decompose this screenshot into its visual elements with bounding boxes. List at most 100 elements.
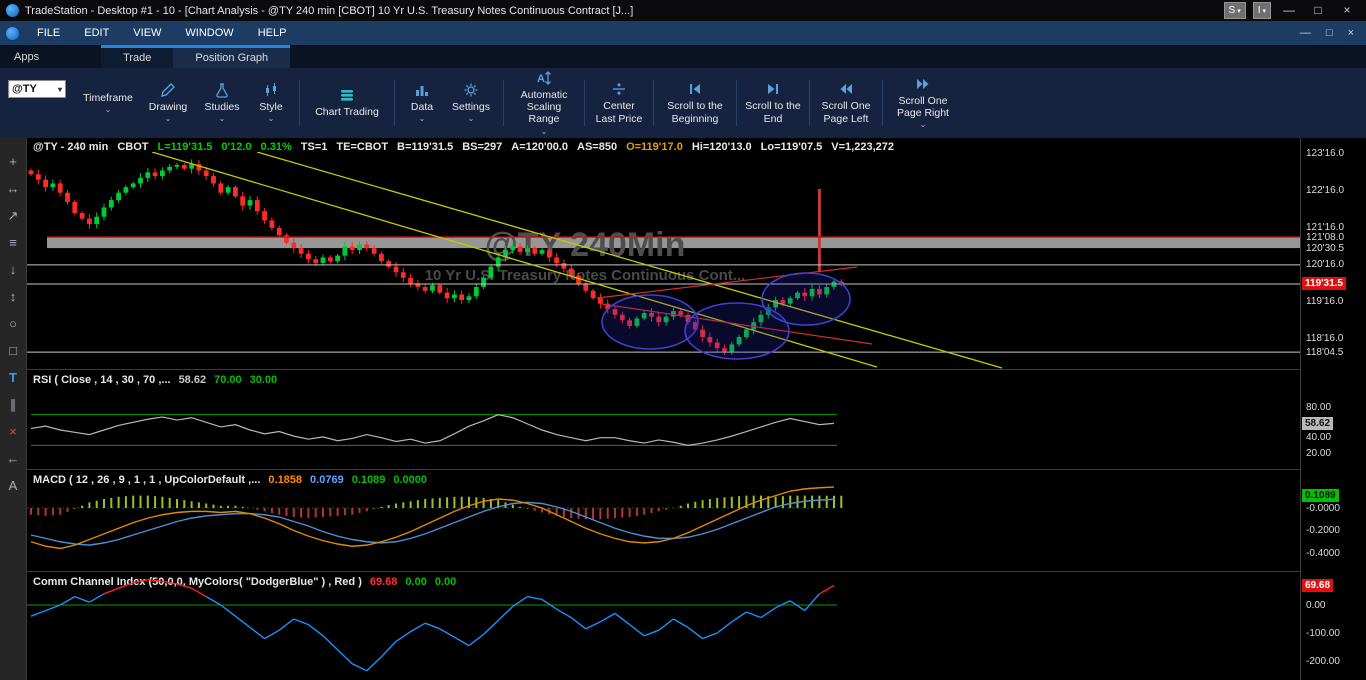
toolbar-label: Timeframe	[83, 92, 133, 104]
price-axis-label: 118'04.5	[1306, 346, 1343, 359]
cci-chart[interactable]	[27, 572, 1300, 680]
chevron-down-icon: ⌄	[165, 114, 172, 123]
chart-workspace: +↔↗≡↓↕○□T∥×←A @TY - 240 minCBOTL=119'31.…	[0, 138, 1366, 680]
i-menu-button[interactable]: I▾	[1253, 2, 1271, 19]
tab-trade[interactable]: Trade	[101, 48, 173, 68]
menu-view[interactable]: VIEW	[121, 21, 173, 45]
macd-value-badge: 0.1089	[1302, 489, 1339, 502]
candlestick-icon	[263, 82, 279, 98]
svg-text:10 Yr U.S. Treasury Notes Cont: 10 Yr U.S. Treasury Notes Continuous Con…	[425, 267, 746, 284]
menu-file[interactable]: FILE	[25, 21, 72, 45]
tool-parallel-lines[interactable]: ∥	[0, 391, 26, 418]
macd-chart[interactable]	[27, 470, 1300, 570]
toolbar-button-center-last-price[interactable]: Center Last Price	[590, 68, 648, 138]
tab-position-graph[interactable]: Position Graph	[173, 48, 290, 68]
menu-window[interactable]: WINDOW	[173, 21, 245, 45]
toolbar-separator	[503, 80, 504, 126]
toolbar-label: Data	[411, 101, 433, 113]
price-axis-label: 120'30.5	[1306, 242, 1344, 255]
toolbar-button-studies[interactable]: Studies ⌄	[196, 68, 248, 138]
minimize-button[interactable]: —	[1278, 0, 1300, 21]
cci-axis-label: 0.00	[1306, 599, 1325, 612]
toolbar-label: Scroll to the Beginning	[661, 100, 729, 124]
toolbar-label: Settings	[452, 101, 490, 113]
toolbar-separator	[584, 80, 585, 126]
toolbar-label: Scroll One Page Right	[890, 95, 956, 119]
symbol-value: @TY	[12, 83, 37, 95]
price-axis[interactable]: 123'16.0122'16.0121'16.0121'08.0120'30.5…	[1300, 138, 1366, 680]
tool-delete-drawing[interactable]: ×	[0, 418, 26, 445]
toolbar-button-style[interactable]: Style ⌄	[248, 68, 294, 138]
tool-rectangle[interactable]: □	[0, 337, 26, 364]
auto-scale-icon: A	[536, 70, 552, 86]
toolbar-label: Studies	[204, 101, 239, 113]
child-restore-button[interactable]: □	[1326, 27, 1333, 39]
toolbar-button-timeframe[interactable]: Timeframe ⌄	[76, 68, 140, 138]
bar-chart-icon	[414, 82, 430, 98]
menu-bar: FILE EDIT VIEW WINDOW HELP — □ ×	[0, 21, 1366, 45]
symbol-input[interactable]: @TY ▾	[8, 80, 66, 98]
center-price-icon	[611, 81, 627, 97]
tool-text[interactable]: T	[0, 364, 26, 391]
svg-text:@TY 240Min: @TY 240Min	[485, 226, 686, 264]
toolbar-label: Style	[259, 101, 282, 113]
tradestation-logo	[6, 4, 19, 17]
title-bar: TradeStation - Desktop #1 - 10 - [Chart …	[0, 0, 1366, 21]
tool-crosshair[interactable]: +	[0, 148, 26, 175]
chevron-down-icon: ▾	[1262, 7, 1266, 15]
chevron-down-icon: ▾	[58, 85, 62, 94]
toolbar-button-scroll-to-the-end[interactable]: Scroll to the End	[742, 68, 804, 138]
child-close-button[interactable]: ×	[1348, 27, 1354, 39]
macd-axis-label: -0.4000	[1306, 547, 1340, 560]
cci-value-badge: 69.68	[1302, 579, 1333, 592]
window-title: TradeStation - Desktop #1 - 10 - [Chart …	[25, 5, 633, 17]
svg-text:A: A	[537, 73, 545, 85]
toolbar-button-scroll-to-the-beginning[interactable]: Scroll to the Beginning	[659, 68, 731, 138]
drawing-toolbar: +↔↗≡↓↕○□T∥×←A	[0, 138, 27, 680]
rsi-chart[interactable]	[27, 370, 1300, 468]
s-menu-label: S	[1229, 5, 1236, 16]
toolbar-button-scroll-one-page-left[interactable]: Scroll One Page Left	[815, 68, 877, 138]
tool-menu-lines[interactable]: ≡	[0, 229, 26, 256]
child-minimize-button[interactable]: —	[1300, 27, 1311, 39]
macd-axis-label: -0.2000	[1306, 524, 1340, 537]
toolbar-button-settings[interactable]: Settings ⌄	[444, 68, 498, 138]
toolbar-separator	[882, 80, 883, 126]
chevron-down-icon: ⌄	[419, 114, 426, 123]
menu-help[interactable]: HELP	[246, 21, 299, 45]
toolbar-button-automatic-scaling-range[interactable]: A Automatic Scaling Range ⌄	[509, 68, 579, 138]
chevron-down-icon: ⌄	[468, 114, 475, 123]
restore-button[interactable]: □	[1307, 0, 1329, 21]
title-controls: S▾ I▾ — □ ×	[1224, 0, 1366, 21]
toolbar-button-data[interactable]: Data ⌄	[400, 68, 444, 138]
tool-horizontal-arrow[interactable]: ↔	[0, 175, 26, 202]
tool-snap-to-left[interactable]: ←	[0, 445, 26, 472]
toolbar-label: Scroll to the End	[744, 100, 802, 124]
toolbar-separator	[653, 80, 654, 126]
page-left-icon	[838, 81, 854, 97]
toolbar-label: Scroll One Page Left	[817, 100, 875, 124]
toolbar-label: Drawing	[149, 101, 188, 113]
price-chart[interactable]: @TY 240Min 10 Yr U.S. Treasury Notes Cont…	[27, 152, 1300, 369]
toolbar-separator	[809, 80, 810, 126]
tool-ellipse[interactable]: ○	[0, 310, 26, 337]
toolbar-separator	[394, 80, 395, 126]
tool-pointer[interactable]: A	[0, 472, 26, 499]
close-button[interactable]: ×	[1336, 0, 1358, 21]
tool-arrow-down[interactable]: ↓	[0, 256, 26, 283]
toolbar-button-scroll-one-page-right[interactable]: Scroll One Page Right ⌄	[888, 68, 958, 138]
menu-edit[interactable]: EDIT	[72, 21, 121, 45]
skip-end-icon	[765, 81, 781, 97]
s-menu-button[interactable]: S▾	[1224, 2, 1246, 19]
child-window-controls: — □ ×	[1300, 27, 1366, 39]
toolbar-button-chart-trading[interactable]: Chart Trading	[305, 68, 389, 138]
tool-arrow-up-down[interactable]: ↕	[0, 283, 26, 310]
toolbar-button-drawing[interactable]: Drawing ⌄	[140, 68, 196, 138]
price-axis-label: 118'16.0	[1306, 332, 1343, 345]
tool-trendline[interactable]: ↗	[0, 202, 26, 229]
apps-button[interactable]: Apps	[0, 45, 53, 68]
gear-icon	[463, 82, 479, 98]
pencil-icon	[160, 82, 176, 98]
page-right-icon	[915, 76, 931, 92]
tabs-row: Apps Trade Position Graph	[0, 45, 1366, 68]
